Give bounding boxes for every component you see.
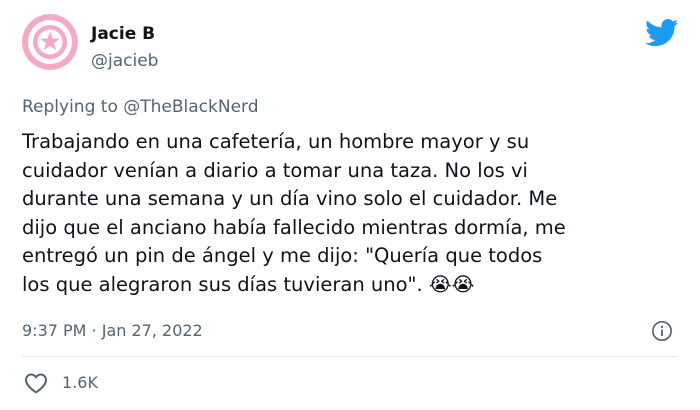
heart-icon[interactable] — [24, 372, 48, 394]
user-handle[interactable]: @jacieb — [91, 51, 158, 71]
avatar[interactable] — [22, 14, 78, 70]
tweet-text: Trabajando en una cafetería, un hombre m… — [22, 130, 566, 296]
info-icon[interactable] — [651, 320, 673, 342]
like-count[interactable]: 1.6K — [62, 373, 98, 393]
reply-mention-link[interactable]: @TheBlackNerd — [123, 97, 258, 117]
reply-context: Replying to @TheBlackNerd — [22, 96, 259, 118]
twitter-bird-icon[interactable] — [645, 19, 679, 47]
reply-prefix: Replying to — [22, 97, 124, 117]
divider — [22, 356, 678, 357]
display-name[interactable]: Jacie B — [91, 24, 155, 44]
tweet-timestamp[interactable]: 9:37 PM · Jan 27, 2022 — [22, 320, 203, 342]
